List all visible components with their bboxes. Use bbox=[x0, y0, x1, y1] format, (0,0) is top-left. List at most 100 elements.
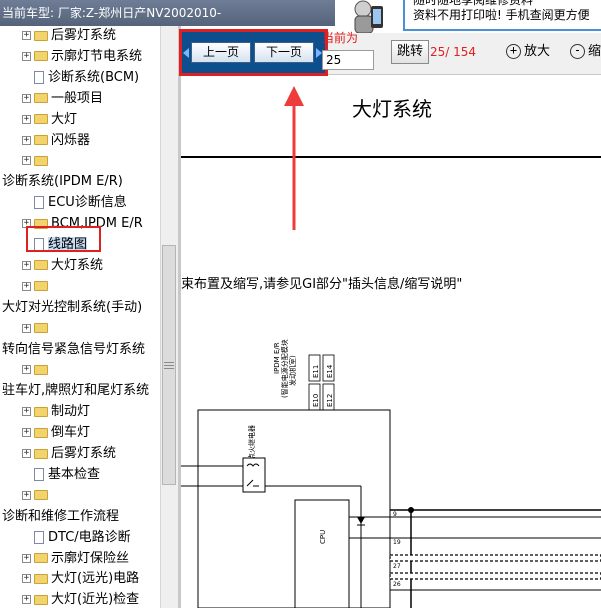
tree-item[interactable]: 大灯对光控制系统(手动) bbox=[2, 298, 142, 318]
vehicle-name: 厂家:Z-郑州日产NV2002010- bbox=[57, 6, 222, 20]
ipdm-sub-label: (智能电源分配模块 bbox=[280, 339, 289, 398]
folder-icon bbox=[34, 155, 48, 166]
tree-item-label: 后雾灯系统 bbox=[51, 28, 117, 43]
folder-icon bbox=[34, 281, 48, 292]
tree-item[interactable]: + bbox=[22, 319, 51, 339]
pin-27: 27 bbox=[393, 563, 401, 570]
expand-toggle-icon[interactable]: + bbox=[22, 595, 31, 605]
expand-toggle-icon[interactable]: + bbox=[22, 114, 31, 124]
pin-26: 26 bbox=[393, 581, 401, 588]
page-nav-box: 上一页 下一页 bbox=[179, 29, 328, 76]
tree-item[interactable]: + 大灯 bbox=[22, 110, 77, 130]
zoom-out-button[interactable]: -缩 bbox=[570, 42, 601, 62]
page-count: 25/ 154 bbox=[430, 45, 477, 59]
relay-label: 点火继电器 bbox=[247, 425, 256, 460]
expand-toggle-icon[interactable]: + bbox=[22, 553, 31, 563]
jump-button[interactable]: 跳转 bbox=[391, 40, 429, 64]
tree-item[interactable]: + 后雾灯系统 bbox=[22, 444, 116, 464]
wiring-diagram: IPDM E/R (智能电源分配模块 发动机室) E11 E14 E10 E12… bbox=[181, 339, 601, 608]
zoom-in-button[interactable]: + 放大 bbox=[506, 42, 550, 62]
tree-item[interactable]: + bbox=[22, 151, 51, 171]
tree-item[interactable]: + 大灯(近光)检查 bbox=[22, 590, 139, 608]
ipdm-sub2-label: 发动机室) bbox=[288, 355, 297, 386]
folder-icon bbox=[34, 364, 48, 375]
tree-item[interactable]: + 示廓灯节电系统 bbox=[22, 47, 142, 67]
shield-band-2 bbox=[389, 572, 601, 580]
connector-e12: E12 bbox=[326, 394, 334, 407]
tree-item-label: 驻车灯,牌照灯和尾灯系统 bbox=[2, 383, 150, 399]
tree-item-label: 大灯系统 bbox=[51, 257, 104, 273]
folder-icon bbox=[34, 406, 48, 417]
tree-item[interactable]: ECU诊断信息 bbox=[22, 193, 127, 213]
expand-toggle-icon[interactable]: + bbox=[22, 365, 31, 375]
document-title: 大灯系统 bbox=[352, 97, 432, 121]
diode-icon bbox=[357, 517, 365, 524]
tree-item[interactable]: + bbox=[22, 277, 51, 297]
tree-item[interactable]: + 示廓灯保险丝 bbox=[22, 549, 129, 569]
expand-toggle-icon[interactable]: + bbox=[22, 135, 31, 145]
tree-item-label: 制动灯 bbox=[51, 404, 91, 420]
next-page-button[interactable]: 下一页 bbox=[254, 42, 314, 63]
tree-item[interactable]: 诊断系统(IPDM E/R) bbox=[2, 172, 123, 192]
tree-item[interactable]: DTC/电路诊断 bbox=[22, 528, 131, 548]
expand-toggle-icon[interactable]: + bbox=[22, 260, 31, 270]
tree-item[interactable]: + 大灯(远光)电路 bbox=[22, 569, 139, 589]
tree-item[interactable]: 驻车灯,牌照灯和尾灯系统 bbox=[2, 381, 149, 401]
tree-item-label: 诊断系统(IPDM E/R) bbox=[2, 174, 123, 190]
tree-item[interactable]: + bbox=[22, 486, 51, 506]
tree-item-label: ECU诊断信息 bbox=[48, 195, 127, 211]
tree-item[interactable]: + 制动灯 bbox=[22, 402, 90, 422]
expand-toggle-icon[interactable]: + bbox=[22, 407, 31, 417]
pin-19: 19 bbox=[393, 539, 401, 546]
tree-item[interactable]: + 闪烁器 bbox=[22, 131, 90, 151]
document-icon bbox=[34, 70, 44, 84]
tree-item[interactable]: 诊断系统(BCM) bbox=[22, 68, 139, 88]
expand-toggle-icon[interactable]: + bbox=[22, 449, 31, 458]
tree-item-label: 倒车灯 bbox=[51, 425, 91, 441]
tree-item[interactable]: + bbox=[22, 360, 51, 380]
tree-item[interactable]: + 一般项目 bbox=[22, 89, 103, 109]
tree-item[interactable]: 诊断和维修工作流程 bbox=[2, 507, 119, 527]
folder-icon bbox=[34, 594, 48, 605]
expand-toggle-icon[interactable]: + bbox=[22, 93, 31, 103]
document-icon bbox=[34, 467, 44, 481]
tree-item[interactable]: 基本检查 bbox=[22, 465, 100, 485]
tree-item[interactable]: + 后雾灯系统 bbox=[22, 26, 116, 46]
mascot-icon bbox=[354, 0, 383, 33]
prev-page-button[interactable]: 上一页 bbox=[191, 42, 251, 63]
expand-toggle-icon[interactable]: + bbox=[22, 51, 31, 61]
tree-item[interactable]: + 大灯系统 bbox=[22, 256, 103, 276]
expand-toggle-icon[interactable]: + bbox=[22, 281, 31, 291]
annotation-arrow-icon bbox=[284, 86, 304, 230]
tree-item-label: 示廓灯保险丝 bbox=[51, 550, 130, 566]
promo-text: 随时随地享阅维修资料 资料不用打印啦! 手机查阅更方便 bbox=[403, 0, 601, 31]
expand-toggle-icon[interactable]: + bbox=[22, 428, 31, 438]
catalog-tree[interactable]: + 后雾灯系统 + 示廓灯节电系统 诊断系统(BCM) + 一般项目 + 大灯 + 闪烁器 + 诊断系统… bbox=[0, 26, 160, 608]
expand-toggle-icon[interactable]: + bbox=[22, 323, 31, 333]
tree-item-label: 诊断和维修工作流程 bbox=[2, 508, 120, 524]
tree-item-label: 大灯(远光)电路 bbox=[51, 571, 140, 587]
expand-toggle-icon[interactable]: + bbox=[22, 574, 31, 584]
folder-icon bbox=[34, 573, 48, 584]
expand-toggle-icon[interactable]: + bbox=[22, 31, 31, 40]
current-page-label: 当前为 bbox=[322, 31, 359, 45]
vehicle-bar: 当前车型: 厂家:Z-郑州日产NV2002010- bbox=[0, 0, 335, 26]
tree-item-label: 一般项目 bbox=[51, 90, 104, 106]
connector-e14: E14 bbox=[326, 364, 334, 378]
tree-item[interactable]: 转向信号紧急信号灯系统 bbox=[2, 340, 145, 360]
expand-toggle-icon[interactable]: + bbox=[22, 156, 31, 166]
promo-banner[interactable]: 随时随地享阅维修资料 资料不用打印啦! 手机查阅更方便 bbox=[335, 0, 601, 33]
connector-e11: E11 bbox=[312, 365, 320, 378]
tree-item-label: 大灯对光控制系统(手动) bbox=[2, 299, 143, 315]
tree-item[interactable]: + 倒车灯 bbox=[22, 423, 90, 443]
folder-icon bbox=[34, 30, 48, 41]
document-icon bbox=[34, 196, 44, 210]
cpu-label: CPU bbox=[319, 530, 327, 544]
folder-icon bbox=[34, 427, 48, 438]
expand-toggle-icon[interactable]: + bbox=[22, 490, 31, 500]
tree-item-label: 闪烁器 bbox=[51, 132, 91, 148]
tree-item-label: DTC/电路诊断 bbox=[48, 529, 131, 545]
folder-icon bbox=[34, 51, 48, 62]
tree-item-label: 大灯 bbox=[51, 111, 78, 127]
page-number-input[interactable]: 25 bbox=[322, 50, 374, 70]
